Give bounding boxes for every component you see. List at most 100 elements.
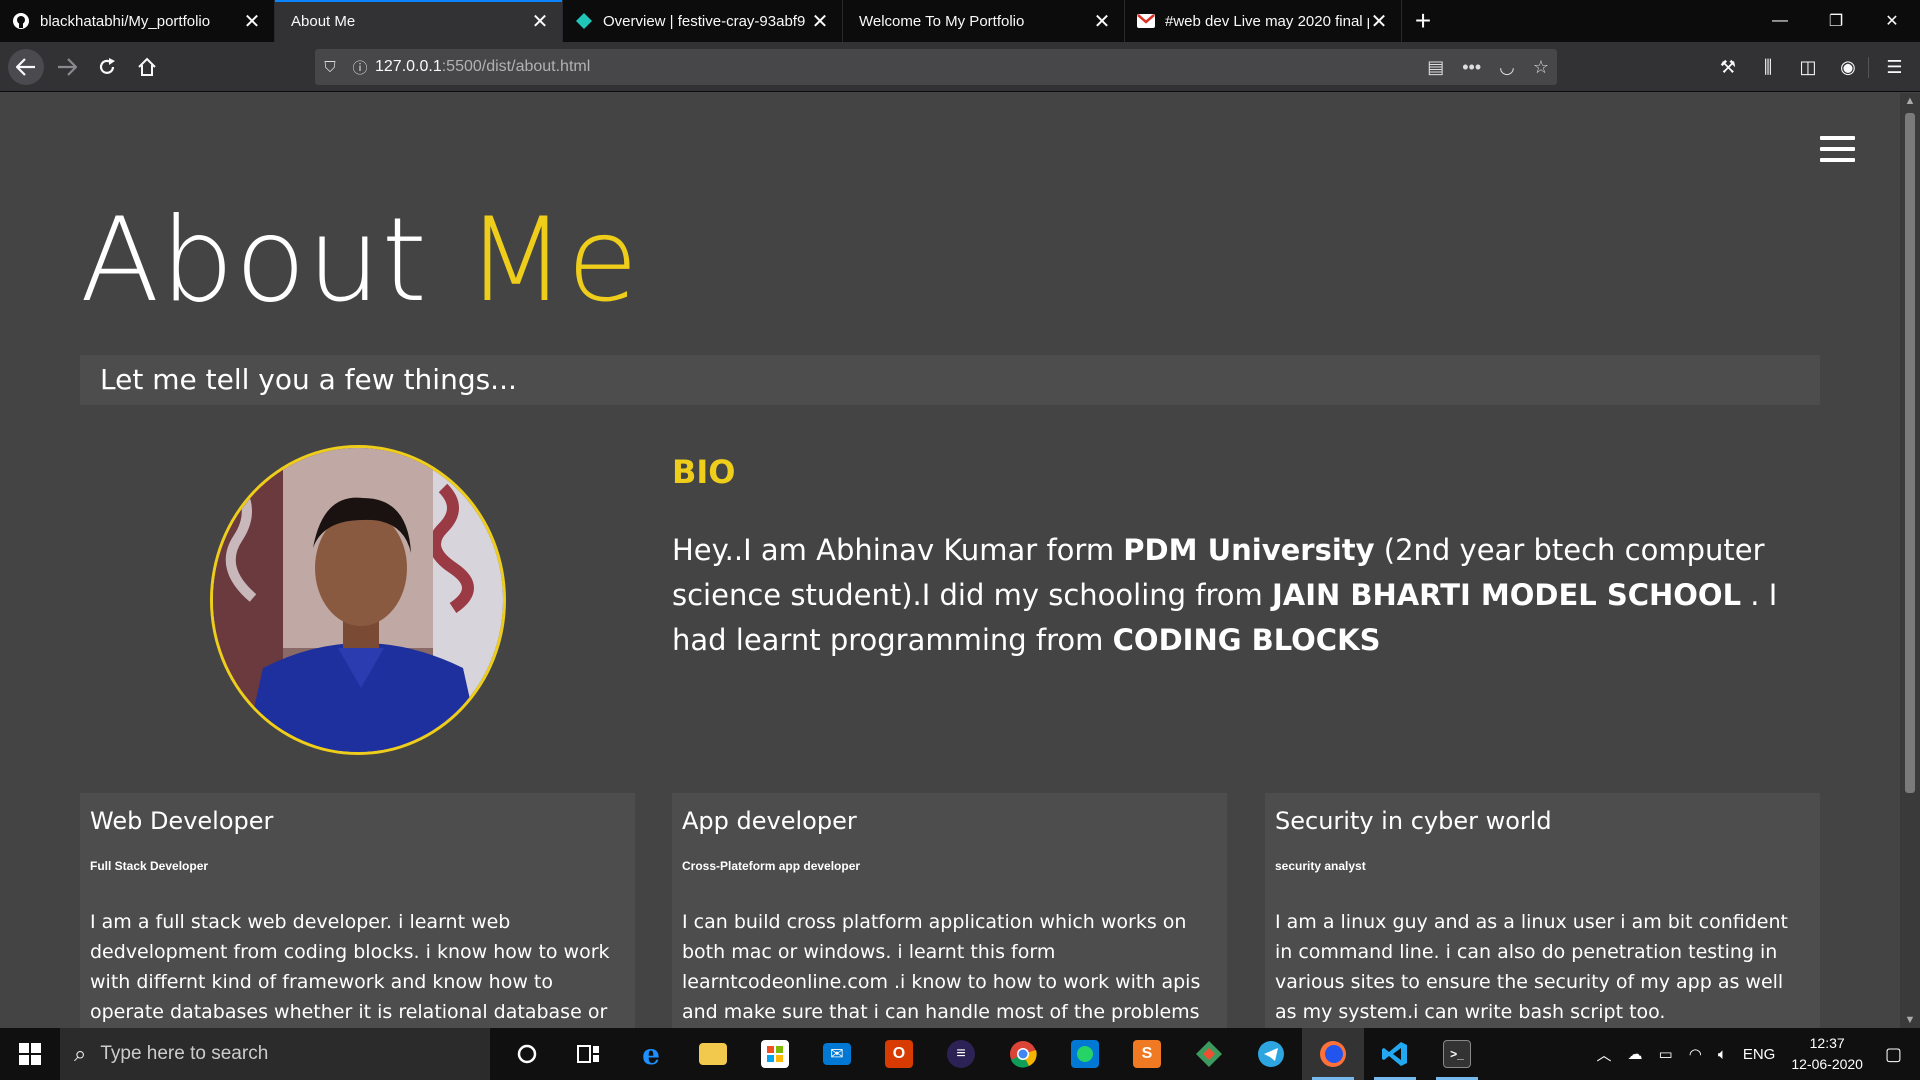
new-tab-button[interactable]: +: [1402, 0, 1444, 42]
window-controls: — ❐ ✕: [1752, 0, 1920, 42]
cortana-icon[interactable]: [496, 1028, 558, 1080]
title-accent: Me: [465, 193, 640, 328]
vscode-icon[interactable]: [1364, 1028, 1426, 1080]
card-security: Security in cyber world security analyst…: [1265, 793, 1820, 1028]
mail-icon[interactable]: ✉: [806, 1028, 868, 1080]
file-explorer-icon[interactable]: [682, 1028, 744, 1080]
scroll-up-icon[interactable]: ▲: [1900, 95, 1920, 107]
url-host: 127.0.0.1: [375, 58, 442, 75]
tab-strip: blackhatabhi/My_portfolio ✕ About Me ✕ O…: [0, 0, 1920, 42]
restore-icon[interactable]: ❐: [1808, 0, 1864, 42]
chrome-icon[interactable]: [992, 1028, 1054, 1080]
git-icon[interactable]: [1178, 1028, 1240, 1080]
gmail-icon: [1137, 12, 1155, 30]
office-icon[interactable]: O: [868, 1028, 930, 1080]
page-content: About Me Let me tell you a few things...…: [0, 93, 1900, 1028]
url-actions: ▤ ••• ◡ ☆: [1427, 49, 1549, 85]
taskbar-search-box[interactable]: ⌕ Type here to search: [60, 1028, 490, 1080]
store-icon[interactable]: [744, 1028, 806, 1080]
close-window-icon[interactable]: ✕: [1864, 0, 1920, 42]
clock-time: 12:37: [1809, 1035, 1845, 1051]
scrollbar-thumb[interactable]: [1905, 113, 1915, 793]
close-icon[interactable]: ✕: [810, 9, 830, 34]
hamburger-menu-icon[interactable]: [1820, 136, 1855, 162]
windows-taskbar: ⌕ Type here to search e ✉ O ≡ S >_ ︿ ☁ ▭…: [0, 1028, 1920, 1080]
battery-icon[interactable]: ▭: [1659, 1045, 1673, 1063]
tab-gmail[interactable]: #web dev Live may 2020 final p ✕: [1125, 0, 1402, 42]
bio-school: JAIN BHARTI MODEL SCHOOL: [1271, 578, 1742, 612]
system-tray: ︿ ☁ ▭ ◠ 🔈︎ ENG 12:37 12-06-2020 ▢: [1589, 1028, 1920, 1080]
skills-cards: Web Developer Full Stack Developer I am …: [80, 793, 1820, 1028]
volume-icon[interactable]: 🔈︎: [1718, 1046, 1727, 1063]
github-icon: [12, 12, 30, 30]
reload-icon[interactable]: [90, 50, 124, 84]
profile-photo: [210, 445, 506, 755]
chevron-up-icon[interactable]: ︿: [1597, 1044, 1612, 1065]
more-actions-icon[interactable]: •••: [1462, 57, 1481, 78]
navigation-toolbar: ⛉ ⓘ 127.0.0.1:5500/dist/about.html ▤ •••…: [0, 42, 1920, 92]
bio-university: PDM University: [1123, 533, 1375, 567]
tab-welcome[interactable]: Welcome To My Portfolio ✕: [843, 0, 1125, 42]
eclipse-icon[interactable]: ≡: [930, 1028, 992, 1080]
tab-title: Overview | festive-cray-93abf9: [603, 12, 806, 30]
clock[interactable]: 12:37 12-06-2020: [1791, 1033, 1863, 1075]
account-icon[interactable]: ◉: [1828, 57, 1868, 78]
clock-date: 12-06-2020: [1791, 1056, 1863, 1072]
sublime-text-icon[interactable]: S: [1116, 1028, 1178, 1080]
task-view-icon[interactable]: [558, 1028, 620, 1080]
tab-title: Welcome To My Portfolio: [859, 12, 1025, 30]
language-indicator[interactable]: ENG: [1743, 1046, 1776, 1063]
windows-start-icon[interactable]: [0, 1028, 60, 1080]
bio-coding-blocks: CODING BLOCKS: [1112, 623, 1381, 657]
bookmark-star-icon[interactable]: ☆: [1533, 57, 1549, 78]
wrench-icon[interactable]: ⚒: [1708, 57, 1748, 78]
reader-view-icon[interactable]: ▤: [1427, 57, 1444, 78]
menu-icon[interactable]: ☰: [1868, 56, 1920, 78]
title-main: About: [80, 193, 428, 328]
wifi-icon[interactable]: ◠: [1689, 1045, 1702, 1063]
page-title: About Me: [80, 203, 639, 319]
notifications-icon[interactable]: ▢: [1885, 1044, 1902, 1065]
shield-icon[interactable]: ⛉: [315, 59, 345, 76]
tab-title: About Me: [291, 12, 356, 30]
card-title: Web Developer: [90, 807, 274, 835]
back-icon[interactable]: [8, 49, 44, 85]
card-subtitle: Full Stack Developer: [90, 859, 209, 873]
tab-github[interactable]: blackhatabhi/My_portfolio ✕: [0, 0, 275, 42]
card-title: App developer: [682, 807, 857, 835]
close-icon[interactable]: ✕: [1369, 9, 1389, 34]
terminal-icon[interactable]: >_: [1426, 1028, 1488, 1080]
close-icon[interactable]: ✕: [242, 9, 262, 34]
card-text: I am a linux guy and as a linux user i a…: [1275, 911, 1788, 1023]
tab-title: #web dev Live may 2020 final p: [1165, 12, 1369, 30]
netlify-icon: [575, 12, 593, 30]
tagline: Let me tell you a few things...: [80, 355, 1820, 405]
card-subtitle: Cross-Plateform app developer: [682, 859, 861, 873]
forward-icon[interactable]: [50, 50, 84, 84]
close-icon[interactable]: ✕: [1092, 9, 1112, 34]
minimize-icon[interactable]: —: [1752, 0, 1808, 42]
card-subtitle: security analyst: [1275, 859, 1366, 873]
telegram-icon[interactable]: [1240, 1028, 1302, 1080]
close-icon[interactable]: ✕: [530, 9, 550, 34]
bio-text: Hey..I am Abhinav Kumar form PDM Univers…: [672, 528, 1812, 663]
library-icon[interactable]: ⫼: [1748, 57, 1788, 78]
onedrive-icon[interactable]: ☁: [1628, 1045, 1643, 1063]
card-title: Security in cyber world: [1275, 807, 1552, 835]
tab-netlify[interactable]: Overview | festive-cray-93abf9 ✕: [563, 0, 843, 42]
url-text: 127.0.0.1:5500/dist/about.html: [375, 58, 590, 76]
card-web-developer: Web Developer Full Stack Developer I am …: [80, 793, 635, 1028]
scroll-down-icon[interactable]: ▼: [1900, 1014, 1920, 1026]
firefox-icon[interactable]: [1302, 1028, 1364, 1080]
edge-icon[interactable]: e: [620, 1028, 682, 1080]
tab-about-me[interactable]: About Me ✕: [275, 0, 563, 42]
home-icon[interactable]: [130, 50, 164, 84]
info-icon[interactable]: ⓘ: [345, 57, 375, 78]
sidebar-icon[interactable]: ◫: [1788, 57, 1828, 78]
vertical-scrollbar[interactable]: ▲ ▼: [1900, 93, 1920, 1028]
tab-title: blackhatabhi/My_portfolio: [40, 12, 211, 30]
address-bar[interactable]: ⛉ ⓘ 127.0.0.1:5500/dist/about.html ▤ •••…: [315, 49, 1557, 85]
url-path: :5500/dist/about.html: [441, 58, 591, 75]
pocket-icon[interactable]: ◡: [1499, 57, 1515, 78]
whatsapp-icon[interactable]: [1054, 1028, 1116, 1080]
